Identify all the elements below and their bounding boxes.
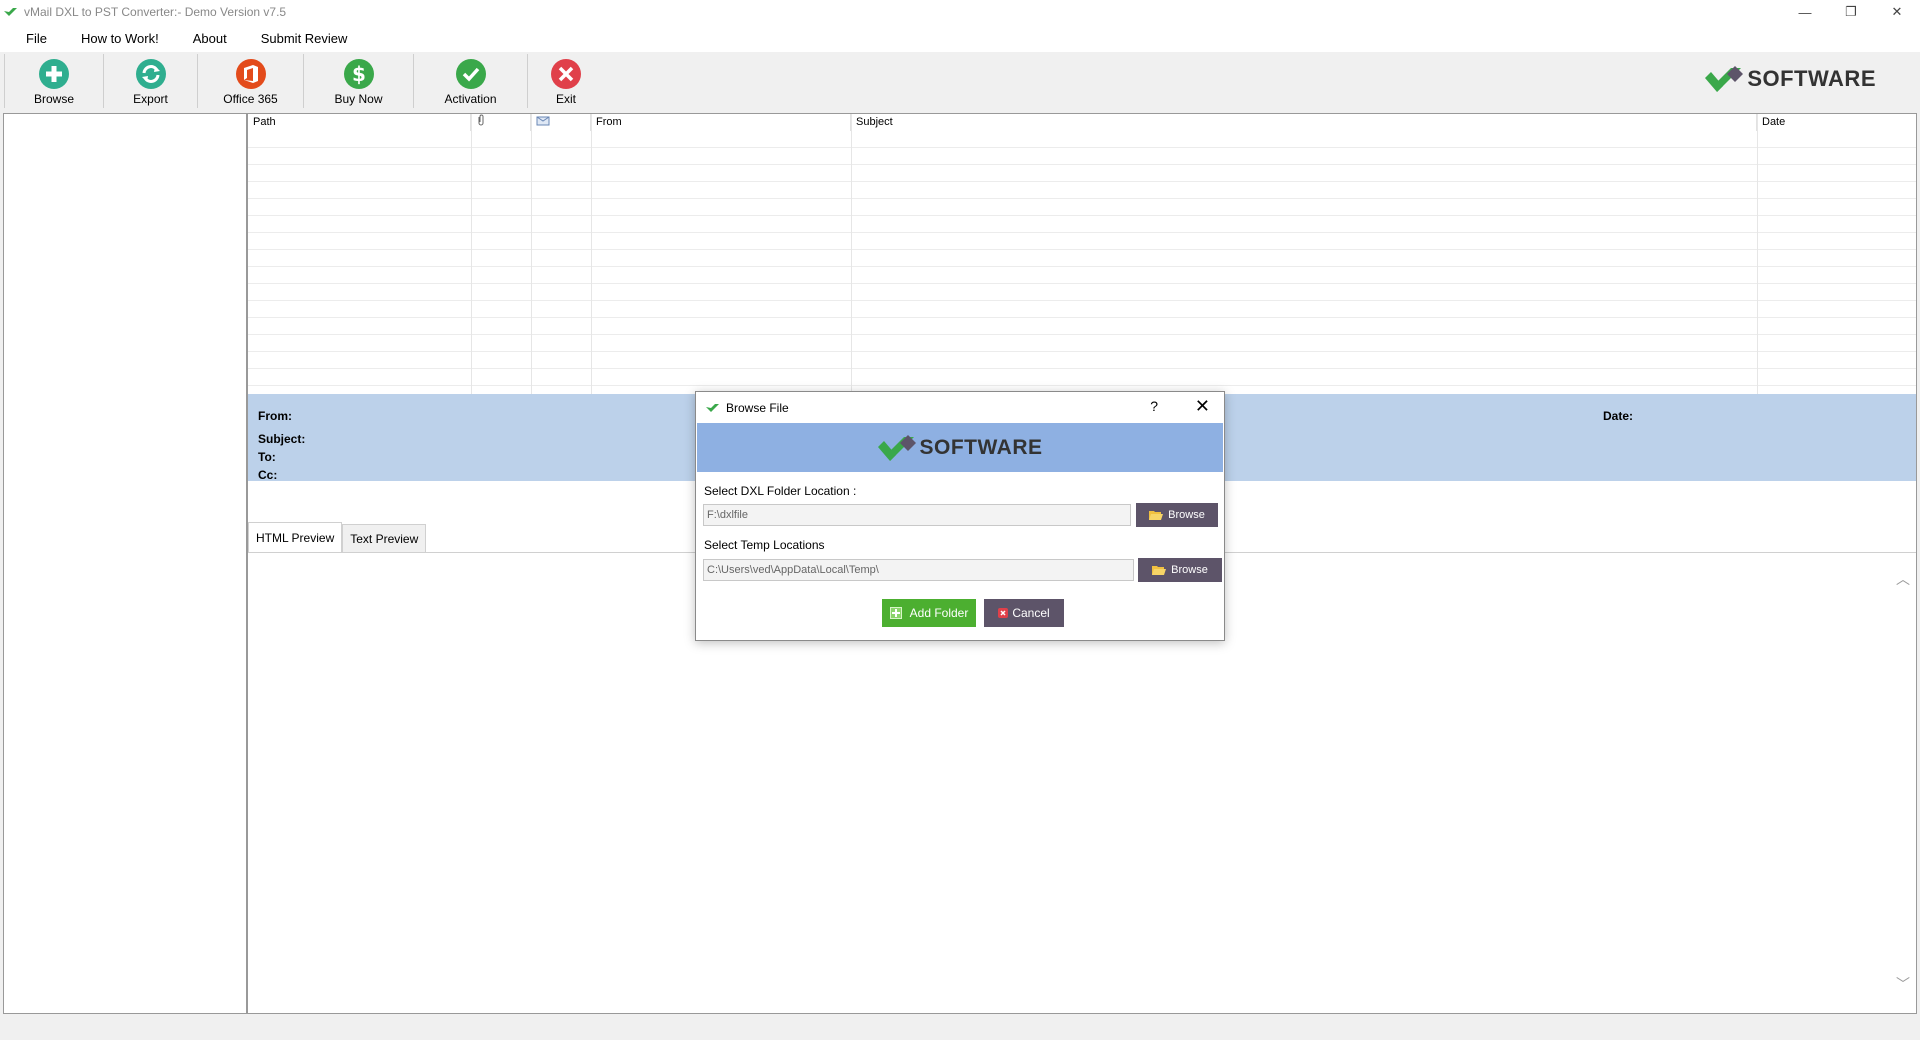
column-divider <box>1757 114 1758 394</box>
svg-text:$: $ <box>352 62 366 86</box>
exit-button[interactable]: Exit <box>528 54 604 108</box>
close-window-button[interactable]: ✕ <box>1874 0 1920 24</box>
folder-icon <box>1149 510 1164 520</box>
scroll-up-icon[interactable]: ︿ <box>1896 569 1910 589</box>
from-label: From: <box>258 409 292 423</box>
brand-logo-icon <box>877 434 916 461</box>
mail-list-grid[interactable]: Path From Subject Date <box>248 114 1916 394</box>
menu-how-to-work[interactable]: How to Work! <box>81 31 159 46</box>
column-attachment[interactable] <box>471 114 531 131</box>
window-title: vMail DXL to PST Converter:- Demo Versio… <box>24 5 287 19</box>
column-divider <box>591 114 592 394</box>
dialog-title-bar: Browse File <box>696 392 1224 423</box>
brand-logo-icon <box>1705 66 1744 92</box>
title-bar: vMail DXL to PST Converter:- Demo Versio… <box>0 0 1920 24</box>
toolbar: Browse Export Office 365 $ Buy Now Activ… <box>0 54 1920 110</box>
tab-html-preview[interactable]: HTML Preview <box>248 522 343 552</box>
export-button[interactable]: Export <box>104 54 198 108</box>
browse-file-dialog: Browse File ? ✕ SOFTWARE Select DXL Fold… <box>695 391 1225 641</box>
refresh-icon <box>135 59 166 89</box>
dxl-folder-input[interactable] <box>703 504 1131 526</box>
temp-browse-button[interactable]: Browse <box>1138 558 1222 582</box>
cancel-button[interactable]: Cancel <box>984 599 1064 627</box>
dialog-app-icon <box>706 403 719 412</box>
check-icon <box>455 59 486 89</box>
dxl-folder-label: Select DXL Folder Location : <box>704 484 857 498</box>
add-icon <box>889 607 902 619</box>
window-controls: — ❐ ✕ <box>1782 0 1920 24</box>
office-365-button[interactable]: Office 365 <box>198 54 304 108</box>
plus-icon <box>39 59 69 89</box>
column-divider <box>851 114 852 394</box>
attachment-icon <box>478 114 484 126</box>
activation-button[interactable]: Activation <box>414 54 528 108</box>
menu-bar: File How to Work! About Submit Review <box>0 24 1920 52</box>
buy-now-button[interactable]: $ Buy Now <box>304 54 414 108</box>
add-folder-label: Add Folder <box>909 606 969 620</box>
dxl-browse-button[interactable]: Browse <box>1136 503 1218 527</box>
column-divider <box>531 114 532 394</box>
temp-location-input[interactable] <box>703 559 1134 581</box>
status-bar <box>0 1016 1920 1040</box>
browse-button[interactable]: Browse <box>4 54 104 108</box>
brand-logo: SOFTWARE <box>1705 64 1876 94</box>
menu-submit-review[interactable]: Submit Review <box>261 31 348 46</box>
to-label: To: <box>258 450 276 464</box>
subject-label: Subject: <box>258 432 306 446</box>
grid-rows <box>248 131 1916 394</box>
date-label: Date: <box>1603 409 1634 423</box>
export-label: Export <box>133 92 168 106</box>
column-read-status[interactable] <box>531 114 591 131</box>
folder-tree-panel[interactable] <box>3 113 247 1014</box>
minimize-button[interactable]: — <box>1782 0 1828 24</box>
app-logo-icon <box>4 8 17 16</box>
preview-tabs: HTML Preview Text Preview <box>248 522 427 552</box>
dialog-banner: SOFTWARE <box>697 423 1223 472</box>
brand-logo-text: SOFTWARE <box>1747 66 1876 91</box>
scroll-down-icon[interactable]: ﹀ <box>1896 974 1910 994</box>
dialog-close-button[interactable]: ✕ <box>1195 396 1210 417</box>
tab-text-preview[interactable]: Text Preview <box>342 524 427 552</box>
temp-browse-label: Browse <box>1171 564 1208 576</box>
dialog-logo-text: SOFTWARE <box>919 435 1043 459</box>
temp-location-label: Select Temp Locations <box>704 538 825 552</box>
office-365-label: Office 365 <box>223 92 278 106</box>
help-button[interactable]: ? <box>1150 398 1158 414</box>
column-path[interactable]: Path <box>248 114 471 131</box>
column-from[interactable]: From <box>591 114 851 131</box>
dxl-browse-label: Browse <box>1168 509 1205 521</box>
cancel-icon <box>998 608 1009 618</box>
buy-now-label: Buy Now <box>334 92 383 106</box>
column-subject[interactable]: Subject <box>851 114 1757 131</box>
envelope-icon <box>536 116 550 126</box>
dialog-title: Browse File <box>726 400 789 415</box>
exit-label: Exit <box>555 92 576 106</box>
browse-label: Browse <box>33 92 74 106</box>
cancel-label: Cancel <box>1012 606 1050 620</box>
activation-label: Activation <box>444 92 497 106</box>
cc-label: Cc: <box>258 468 278 482</box>
dollar-icon: $ <box>343 59 374 89</box>
add-folder-button[interactable]: Add Folder <box>882 599 976 627</box>
column-date[interactable]: Date <box>1757 114 1914 131</box>
close-icon <box>551 59 581 89</box>
folder-icon <box>1152 565 1167 575</box>
grid-header: Path From Subject Date <box>248 114 1916 131</box>
menu-about[interactable]: About <box>193 31 227 46</box>
column-divider <box>471 114 472 394</box>
office-icon <box>235 59 266 89</box>
restore-button[interactable]: ❐ <box>1828 0 1874 24</box>
menu-file[interactable]: File <box>26 31 47 46</box>
